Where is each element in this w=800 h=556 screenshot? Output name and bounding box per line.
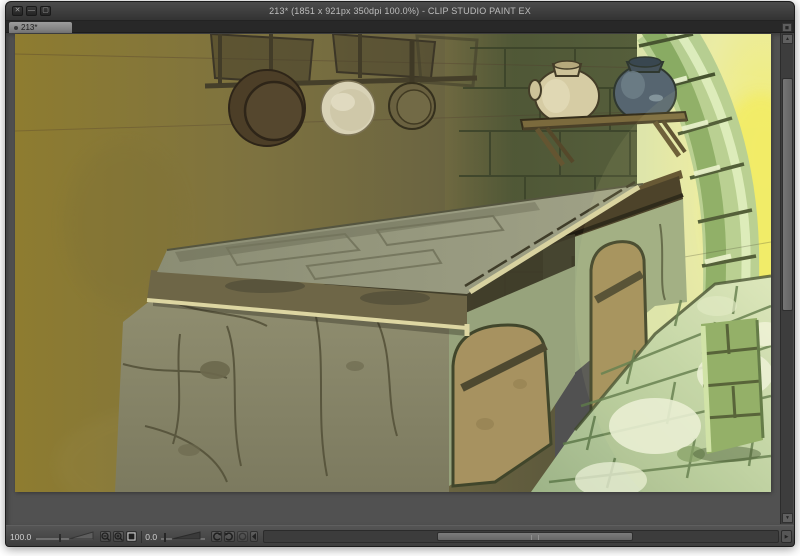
rotation-slider[interactable] <box>160 530 208 543</box>
minimize-button[interactable]: — <box>26 6 37 16</box>
rotate-cw-icon <box>225 532 234 541</box>
zoom-in-button[interactable] <box>113 531 125 542</box>
canvas-tab-bar: 213* ◼ <box>6 21 794 33</box>
zoom-value: 100.0 <box>10 531 32 542</box>
fit-to-screen-button[interactable] <box>126 531 138 542</box>
scroll-right-button[interactable]: ▶ <box>781 530 792 543</box>
zoom-out-icon <box>101 532 111 541</box>
title-bar[interactable]: ✕ — ▢ 213* (1851 x 921px 350dpi 100.0%) … <box>6 2 794 21</box>
tab-document[interactable]: 213* <box>9 22 72 33</box>
rotate-cw-button[interactable] <box>224 531 236 542</box>
scroll-up-button[interactable]: ▲ <box>782 34 793 44</box>
rotate-ccw-button[interactable] <box>211 531 223 542</box>
window-controls: ✕ — ▢ <box>12 6 51 16</box>
app-window: ✕ — ▢ 213* (1851 x 921px 350dpi 100.0%) … <box>5 1 795 547</box>
close-button[interactable]: ✕ <box>12 6 23 16</box>
reset-rotation-button[interactable] <box>237 531 249 542</box>
rotation-value: 0.0 <box>145 531 158 542</box>
canvas-pasteboard[interactable]: ▲ ▼ <box>6 33 794 525</box>
maximize-button[interactable]: ▢ <box>40 6 51 16</box>
reset-rotation-icon <box>238 532 247 541</box>
left-triangle-icon <box>251 533 256 540</box>
tab-corner-button[interactable]: ◼ <box>782 23 792 32</box>
canvas-artwork[interactable] <box>15 34 771 492</box>
modified-dot-icon <box>14 25 18 30</box>
zoom-in-icon <box>114 532 124 541</box>
window-title: 213* (1851 x 921px 350dpi 100.0%) - CLIP… <box>269 6 531 16</box>
tab-label: 213* <box>21 23 38 32</box>
status-bar: 100.0 0.0 ▶ <box>6 525 794 546</box>
zoom-out-button[interactable] <box>100 531 112 542</box>
collapse-controls-button[interactable] <box>250 531 259 542</box>
vertical-scrollbar[interactable]: ▲ ▼ <box>780 33 793 524</box>
rotate-ccw-icon <box>213 532 222 541</box>
scroll-grip-icon <box>531 535 540 540</box>
zoom-slider[interactable] <box>35 530 97 543</box>
fit-to-screen-icon <box>127 532 136 541</box>
vertical-scroll-thumb[interactable] <box>782 78 793 311</box>
horizontal-scrollbar[interactable] <box>263 530 779 543</box>
horizontal-scroll-thumb[interactable] <box>437 532 634 541</box>
scroll-down-button[interactable]: ▼ <box>782 513 793 523</box>
